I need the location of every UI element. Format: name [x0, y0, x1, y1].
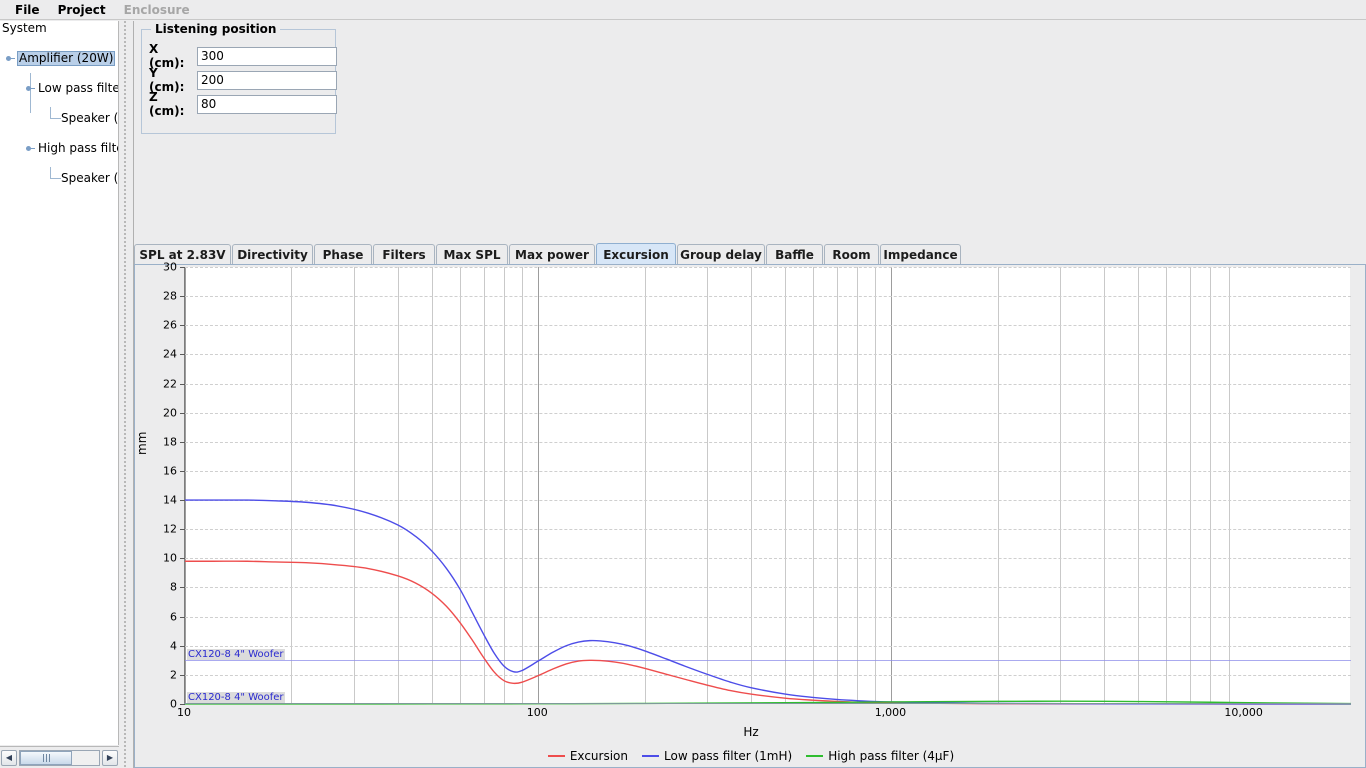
scroll-right-arrow-icon[interactable]: ▶	[102, 749, 118, 766]
y-axis-tick-label: 18	[163, 435, 177, 449]
tree-row-speaker-low[interactable]: Speaker (CX120-8 4" Woofer)	[0, 107, 119, 126]
y-axis-tick-label: 12	[163, 522, 177, 536]
y-axis-tick-label: 16	[163, 464, 177, 478]
tab-max-spl[interactable]: Max SPL	[436, 244, 508, 265]
system-tree[interactable]: System Amplifier (20W) Low pass filter (…	[0, 21, 119, 745]
legend-label: Excursion	[569, 749, 628, 763]
y-axis-tick-label: 22	[163, 377, 177, 391]
menu-item-file[interactable]: File	[6, 1, 49, 19]
tree-item-label-speaker-high: Speaker (CX120-8 4" Woofer)	[61, 171, 119, 185]
tree-item-label-low-pass-filter: Low pass filter (1mH)	[38, 81, 119, 95]
y-axis-tick-label: 14	[163, 493, 177, 507]
tree-expand-handle-icon[interactable]	[26, 84, 35, 93]
legend-swatch-icon	[806, 755, 824, 757]
x-axis-label: Hz	[743, 725, 759, 739]
legend-entry[interactable]: Excursion	[547, 749, 628, 763]
tree-row-root[interactable]: System	[0, 21, 118, 36]
tab-label: Group delay	[680, 248, 762, 262]
chart-legend: Excursion Low pass filter (1mH) High pass …	[135, 747, 1366, 765]
tab-label: Directivity	[237, 248, 308, 262]
series-line-excursion	[185, 560, 1352, 705]
menu-bar: File Project Enclosure	[0, 0, 1366, 20]
panel-splitter[interactable]	[120, 21, 134, 768]
y-axis-tick-label: 26	[163, 318, 177, 332]
y-axis-tick-label: 0	[170, 697, 177, 711]
legend-entry[interactable]: High pass filter (4µF)	[806, 749, 954, 763]
tree-item-label-high-pass-filter: High pass filter (4µF)	[38, 141, 118, 155]
z-coordinate-input[interactable]	[197, 94, 337, 114]
scrollbar-thumb[interactable]	[20, 750, 72, 765]
splitter-grip-icon	[124, 21, 128, 768]
tab-max-power[interactable]: Max power	[509, 244, 595, 265]
plot-area[interactable]: 0 2 4 6 8 10 12 14 16 18 20 22 24 26 28 30 CX120-8 4" Wo…	[163, 261, 1352, 711]
z-field-label: Z (cm):	[149, 90, 185, 118]
scrollbar-grip-icon	[42, 753, 50, 762]
y-axis-tick-label: 30	[163, 260, 177, 274]
tab-excursion[interactable]: Excursion	[596, 243, 676, 265]
tree-expand-handle-icon[interactable]	[26, 144, 35, 153]
x-coordinate-input[interactable]	[197, 46, 337, 66]
y-axis-tick-label: 6	[170, 610, 177, 624]
menu-item-project[interactable]: Project	[49, 1, 115, 19]
listening-position-title: Listening position	[151, 22, 281, 36]
legend-swatch-icon	[547, 755, 565, 757]
chart-tab-bar[interactable]: SPL at 2.83V Directivity Phase Filters Max S…	[134, 243, 1366, 265]
tab-filters[interactable]: Filters	[373, 244, 435, 265]
x-axis-line	[184, 703, 1351, 704]
tree-horizontal-scrollbar[interactable]: ◀ ▶	[0, 746, 119, 768]
field-row-y: Y (cm):	[149, 66, 337, 94]
legend-label: High pass filter (4µF)	[828, 749, 955, 763]
legend-label: Low pass filter (1mH)	[664, 749, 793, 763]
menu-item-enclosure: Enclosure	[123, 2, 190, 17]
tree-row-low-pass-filter[interactable]: Low pass filter (1mH)	[0, 81, 118, 96]
tab-room[interactable]: Room	[824, 244, 879, 265]
y-axis-tick-label: 2	[170, 668, 177, 682]
legend-entry[interactable]: Low pass filter (1mH)	[642, 749, 792, 763]
tree-item-label-speaker-low: Speaker (CX120-8 4" Woofer)	[61, 111, 119, 125]
y-axis-tick-label: 10	[163, 551, 177, 565]
tab-phase[interactable]: Phase	[314, 244, 372, 265]
tree-branch-icon	[50, 107, 61, 119]
tree-item-label-amplifier: Amplifier (20W)	[17, 51, 116, 66]
tab-label: Room	[832, 248, 871, 262]
tab-label: Impedance	[883, 248, 958, 262]
y-axis-tick-label: 20	[163, 406, 177, 420]
x-axis-tick-label: 100	[526, 706, 548, 719]
tab-label: Filters	[382, 248, 426, 262]
y-axis-tick-label: 24	[163, 347, 177, 361]
field-row-z: Z (cm):	[149, 90, 337, 118]
y-axis-tick-label: 28	[163, 289, 177, 303]
tree-expand-handle-icon[interactable]	[6, 54, 15, 63]
y-axis-tick-label: 4	[170, 639, 177, 653]
x-axis-tick-label: 1,000	[874, 706, 907, 719]
tree-row-speaker-high[interactable]: Speaker (CX120-8 4" Woofer)	[0, 167, 119, 186]
field-row-x: X (cm):	[149, 42, 337, 70]
series-line-low-pass-filter-1mh	[185, 499, 1352, 705]
tab-label: Excursion	[603, 247, 669, 262]
tab-label: Phase	[322, 248, 364, 262]
tab-label: Max SPL	[443, 248, 501, 262]
tab-label: Baffle	[775, 248, 814, 262]
x-axis-tick-label: 10,000	[1224, 706, 1263, 719]
listening-position-group: Listening position X (cm): Y (cm): Z (cm…	[141, 22, 337, 134]
tab-baffle[interactable]: Baffle	[766, 244, 823, 265]
legend-swatch-icon	[642, 755, 659, 757]
y-axis-tick-label: 8	[170, 580, 177, 594]
listening-position-panel: Listening position X (cm): Y (cm): Z (cm…	[134, 21, 1366, 245]
tree-row-high-pass-filter[interactable]: High pass filter (4µF)	[0, 141, 118, 156]
tab-directivity[interactable]: Directivity	[232, 244, 313, 265]
tree-item-label-system: System	[2, 21, 47, 35]
tab-group-delay[interactable]: Group delay	[677, 244, 765, 265]
series-canvas	[184, 499, 1352, 705]
scroll-left-arrow-icon[interactable]: ◀	[1, 749, 17, 766]
x-axis-tick-label: 10	[177, 706, 191, 719]
excursion-chart: mm 0 2 4 6 8 10 12 14 16 18 20 22 24 26 28 30 CX120-8 4"…	[134, 261, 1366, 768]
tree-branch-icon	[50, 167, 61, 179]
y-coordinate-input[interactable]	[197, 70, 337, 90]
scrollbar-track[interactable]	[19, 749, 100, 766]
tab-impedance[interactable]: Impedance	[880, 244, 961, 265]
tree-row-amplifier[interactable]: Amplifier (20W)	[0, 51, 118, 66]
tab-label: Max power	[515, 248, 589, 262]
